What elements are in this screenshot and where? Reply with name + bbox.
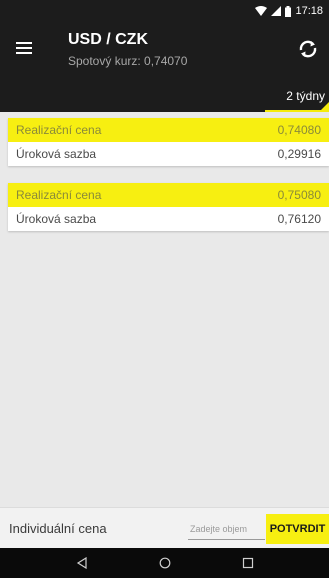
menu-icon[interactable] [10,34,38,62]
interest-rate-label: Úroková sazba [16,147,97,161]
quote-card[interactable]: Realizační cena 0,74080 Úroková sazba 0,… [8,118,329,166]
system-nav-bar [0,548,329,578]
page-title: USD / CZK [68,31,148,48]
interest-rate-row: Úroková sazba 0,29916 [8,142,329,166]
interest-rate-row: Úroková sazba 0,76120 [8,207,329,231]
cell-signal-icon [271,6,282,16]
tab-label: 2 týdny [286,89,325,103]
battery-icon [285,5,292,17]
interest-rate-label: Úroková sazba [16,212,97,226]
strike-price-row: Realizační cena 0,74080 [8,118,329,142]
spot-rate-subtitle: Spotový kurz: 0,74070 [68,54,188,68]
status-time: 17:18 [295,5,323,17]
tab-corner-marker [319,102,329,112]
strike-price-value: 0,75080 [277,188,321,202]
individual-price-label: Individuální cena [9,521,107,536]
strike-price-value: 0,74080 [277,123,321,137]
individual-price-bar: Individuální cena POTVRDIT [0,507,329,548]
app-bar: USD / CZK Spotový kurz: 0,74070 [0,22,329,80]
back-icon[interactable] [69,552,95,574]
strike-price-label: Realizační cena [16,188,102,202]
volume-input[interactable] [188,518,265,540]
quote-card[interactable]: Realizační cena 0,75080 Úroková sazba 0,… [8,183,329,231]
interest-rate-value: 0,29916 [277,147,321,161]
wifi-icon [255,6,268,16]
strike-price-row: Realizační cena 0,75080 [8,183,329,207]
app-screen: 17:18 USD / CZK Spotový kurz: 0,74070 2 … [0,0,329,578]
recents-icon[interactable] [235,552,261,574]
home-icon[interactable] [152,552,178,574]
interest-rate-value: 0,76120 [277,212,321,226]
status-bar: 17:18 [0,0,329,22]
strike-price-label: Realizační cena [16,123,102,137]
period-tab-bar: 2 týdny [0,80,329,112]
confirm-button[interactable]: POTVRDIT [266,514,329,544]
refresh-icon[interactable] [295,36,321,62]
